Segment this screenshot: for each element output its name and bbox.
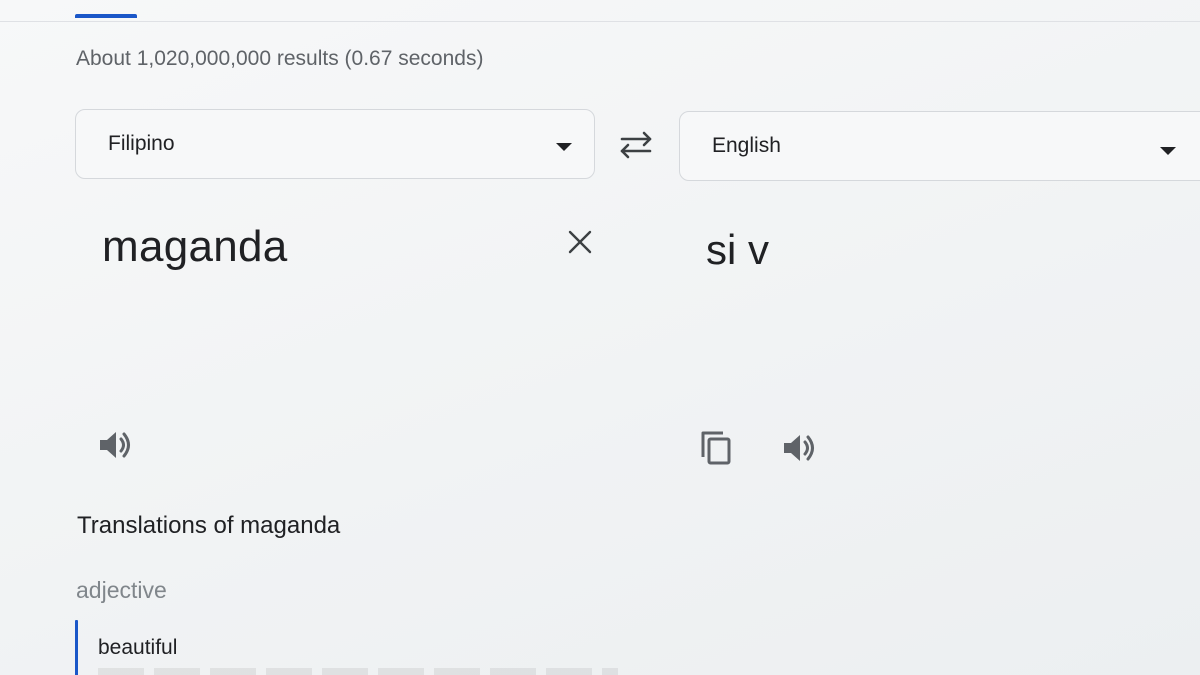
- active-tab-indicator: [75, 14, 137, 18]
- source-language-select[interactable]: Filipino: [75, 109, 595, 179]
- close-icon: [568, 230, 592, 254]
- target-language-label: English: [712, 134, 781, 157]
- entry-accent-bar: [75, 620, 78, 675]
- translate-page: About 1,020,000,000 results (0.67 second…: [0, 0, 1200, 675]
- speaker-icon: [100, 432, 130, 458]
- caret-down-icon: [1160, 147, 1176, 155]
- part-of-speech-label: adjective: [76, 577, 167, 603]
- cut-off-entry-line: [98, 668, 618, 675]
- listen-translation-button[interactable]: [780, 428, 820, 468]
- caret-down-icon: [556, 143, 572, 151]
- speaker-icon: [784, 435, 814, 461]
- swap-languages-button[interactable]: [614, 128, 658, 162]
- copy-translation-button[interactable]: [697, 427, 737, 467]
- clear-source-button[interactable]: [563, 225, 597, 259]
- source-language-label: Filipino: [108, 132, 175, 155]
- tab-bar-divider: [0, 21, 1200, 22]
- translation-entry[interactable]: beautiful: [98, 636, 177, 660]
- swap-arrows-icon: [620, 131, 652, 159]
- translations-heading: Translations of maganda: [77, 512, 341, 539]
- copy-icon: [701, 431, 731, 465]
- target-language-select[interactable]: English: [679, 111, 1200, 181]
- result-stats: About 1,020,000,000 results (0.67 second…: [76, 47, 484, 70]
- listen-source-button[interactable]: [96, 425, 136, 465]
- source-text-input[interactable]: maganda: [102, 222, 288, 272]
- translated-text: si v: [706, 226, 769, 273]
